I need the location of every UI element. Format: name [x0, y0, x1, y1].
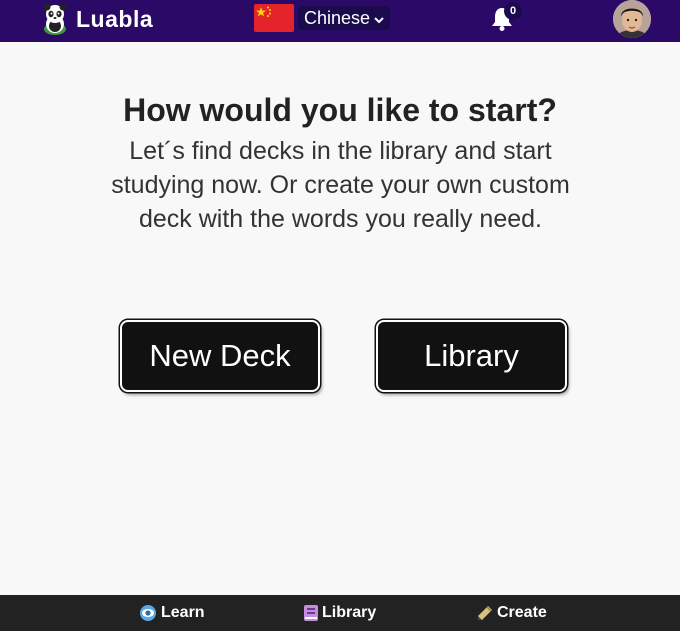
china-flag-icon	[254, 4, 294, 32]
avatar[interactable]	[613, 0, 651, 38]
library-button[interactable]: Library	[376, 320, 567, 392]
nav-item-label: Create	[497, 604, 547, 621]
pencil-icon	[478, 606, 492, 620]
main-content: How would you like to start? Let´s find …	[0, 42, 680, 595]
nav-item-label: Library	[322, 604, 377, 621]
chevron-down-icon	[374, 8, 384, 29]
panda-logo-icon	[40, 3, 70, 35]
notification-count-badge: 0	[504, 2, 522, 20]
page-title: How would you like to start?	[123, 92, 557, 128]
top-navbar: Luabla Chinese 0	[0, 0, 680, 42]
page-subtitle: Let´s find decks in the library and star…	[111, 137, 570, 233]
nav-item-library[interactable]: Library	[304, 595, 376, 631]
language-select[interactable]: Chinese	[298, 6, 391, 30]
language-select-value: Chinese	[304, 7, 371, 28]
brand-name: Luabla	[76, 5, 154, 32]
nav-item-create[interactable]: Create	[477, 595, 547, 631]
language-switcher: Chinese	[254, 4, 391, 32]
eye-icon	[140, 605, 156, 621]
new-deck-button[interactable]: New Deck	[120, 320, 320, 392]
book-icon	[304, 605, 318, 621]
nav-item-label: Learn	[161, 604, 205, 621]
bottom-navbar: Learn Library Create	[0, 595, 680, 631]
nav-item-learn[interactable]: Learn	[139, 595, 205, 631]
brand-logo[interactable]: Luabla	[40, 0, 153, 38]
